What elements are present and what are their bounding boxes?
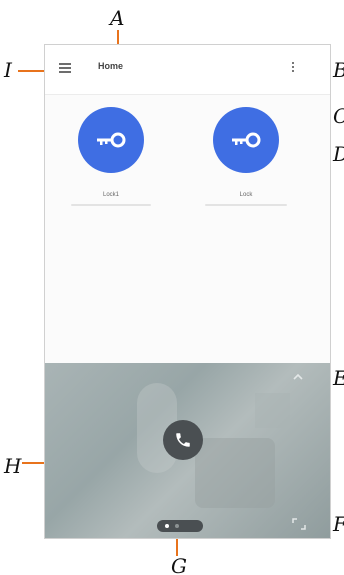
- video-shape: [255, 393, 290, 428]
- callout-label-d: D: [333, 144, 344, 164]
- call-button[interactable]: [163, 420, 203, 460]
- page-indicator[interactable]: [157, 520, 203, 532]
- page-dot: [175, 524, 179, 528]
- lock-button-2[interactable]: [213, 107, 279, 173]
- callout-label-c: C: [333, 106, 344, 126]
- phone-icon: [176, 433, 190, 447]
- key-icon: [97, 132, 126, 148]
- lock-name-1: Lock1: [102, 192, 119, 198]
- vertical-dots-icon[interactable]: [291, 62, 295, 76]
- callout-label-a: A: [110, 6, 125, 30]
- callout-label-i: I: [4, 58, 12, 82]
- page-dot-active: [165, 524, 169, 528]
- callout-label-h: H: [4, 454, 22, 478]
- chevron-up-icon[interactable]: [291, 372, 305, 382]
- video-shape: [195, 438, 275, 508]
- lock-button-1[interactable]: [78, 107, 144, 173]
- app-screen: Home Lock1 Lock: [44, 44, 331, 539]
- lock-name-2: Lock: [239, 192, 253, 198]
- fullscreen-icon[interactable]: [292, 518, 306, 530]
- page-title: Home: [98, 61, 124, 71]
- lock-subtitle-2: [205, 204, 287, 206]
- video-preview[interactable]: [45, 363, 330, 538]
- callout-label-e: E: [333, 368, 344, 388]
- key-icon: [232, 132, 261, 148]
- callout-label-g: G: [171, 554, 187, 575]
- callout-label-b: B: [333, 60, 344, 80]
- app-bar: Home: [45, 45, 330, 95]
- callout-label-f: F: [333, 514, 344, 534]
- lock-subtitle-1: [71, 204, 151, 206]
- hamburger-menu-icon[interactable]: [59, 63, 71, 73]
